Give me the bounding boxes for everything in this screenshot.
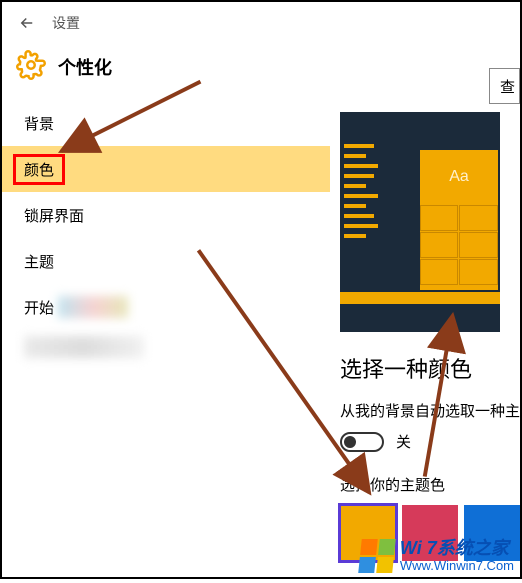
sidebar-item-themes[interactable]: 主题 [2, 238, 330, 284]
window-title: 设置 [52, 13, 80, 33]
sidebar-item-lockscreen[interactable]: 锁屏界面 [2, 192, 330, 238]
content-panel: Aa 选择一种颜色 从我的背景自动选取一种主 关 选择你的主题色 [330, 98, 520, 583]
auto-pick-label: 从我的背景自动选取一种主 [340, 400, 520, 421]
section-title: 个性化 [58, 54, 112, 80]
watermark: Wi 7系统之家 Www.Winwin7.Com [360, 539, 514, 573]
search-button-truncated[interactable]: 查 [489, 68, 520, 104]
sidebar-item-label: 颜色 [13, 154, 65, 185]
sidebar-item-label: 背景 [24, 113, 54, 134]
section-header: 个性化 [2, 44, 520, 98]
censored-block [58, 296, 128, 318]
auto-color-toggle[interactable] [340, 432, 384, 452]
watermark-line1: Wi 7系统之家 [400, 539, 514, 559]
color-preview: Aa [340, 112, 500, 332]
sidebar-item-label: 主题 [24, 251, 54, 272]
back-button[interactable] [10, 6, 44, 40]
theme-color-label: 选择你的主题色 [340, 474, 520, 495]
sidebar-item-label: 开始 [24, 297, 54, 318]
choose-color-heading: 选择一种颜色 [340, 352, 520, 384]
preview-sample-text: Aa [420, 150, 498, 204]
back-arrow-icon [18, 14, 36, 32]
sidebar-item-colors[interactable]: 颜色 [2, 146, 330, 192]
windows-flag-icon [358, 539, 396, 573]
toggle-state-label: 关 [396, 431, 411, 452]
sidebar: 背景 颜色 锁屏界面 主题 开始 [2, 98, 330, 583]
watermark-url: Www.Winwin7.Com [400, 559, 514, 573]
sidebar-item-background[interactable]: 背景 [2, 100, 330, 146]
main-area: 背景 颜色 锁屏界面 主题 开始 [2, 98, 520, 583]
gear-icon [16, 50, 46, 84]
sidebar-item-label: 锁屏界面 [24, 205, 84, 226]
sidebar-item-start[interactable]: 开始 [2, 284, 330, 330]
censored-row [2, 330, 330, 364]
window-header: 设置 [2, 2, 520, 44]
